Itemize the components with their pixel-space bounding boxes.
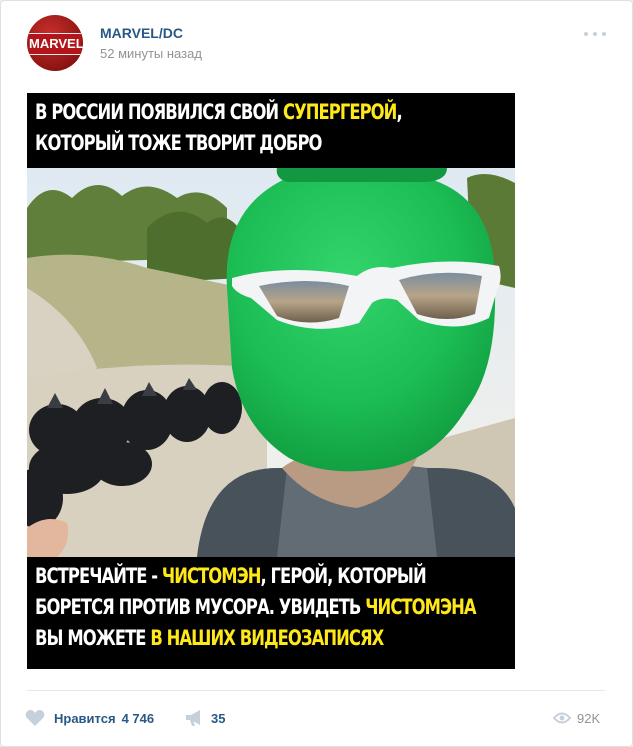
avatar-logo: MARVEL: [29, 33, 83, 55]
image-caption-top: В РОССИИ ПОЯВИЛСЯ СВОЙ СУПЕРГЕРОЙ, КОТОР…: [35, 100, 403, 155]
avatar[interactable]: MARVEL: [27, 15, 83, 71]
like-label: Нравится: [54, 710, 116, 726]
image-caption-bottom: ВСТРЕЧАЙТЕ - ЧИСТОМЭН, ГЕРОЙ, КОТОРЫЙ БО…: [35, 564, 477, 650]
author-name[interactable]: MARVEL/DC: [100, 25, 183, 41]
share-button[interactable]: 35: [185, 707, 225, 729]
megaphone-icon: [186, 710, 200, 726]
like-button[interactable]: Нравится 4 746: [25, 707, 154, 729]
views-counter: 92K: [553, 707, 600, 729]
eye-icon: [553, 712, 571, 724]
footer-divider: [27, 690, 605, 691]
post-time[interactable]: 52 минуты назад: [100, 46, 202, 61]
like-count: 4 746: [121, 710, 155, 726]
views-count: 92K: [577, 710, 601, 726]
heart-icon: [25, 709, 45, 726]
share-count: 35: [211, 710, 226, 726]
post-card: MARVEL MARVEL/DC 52 минуты назад В РОССИ…: [0, 0, 633, 747]
more-icon[interactable]: [583, 25, 607, 41]
photo-green-mask-man: [27, 168, 515, 557]
post-image[interactable]: В РОССИИ ПОЯВИЛСЯ СВОЙ СУПЕРГЕРОЙ, КОТОР…: [27, 93, 515, 669]
